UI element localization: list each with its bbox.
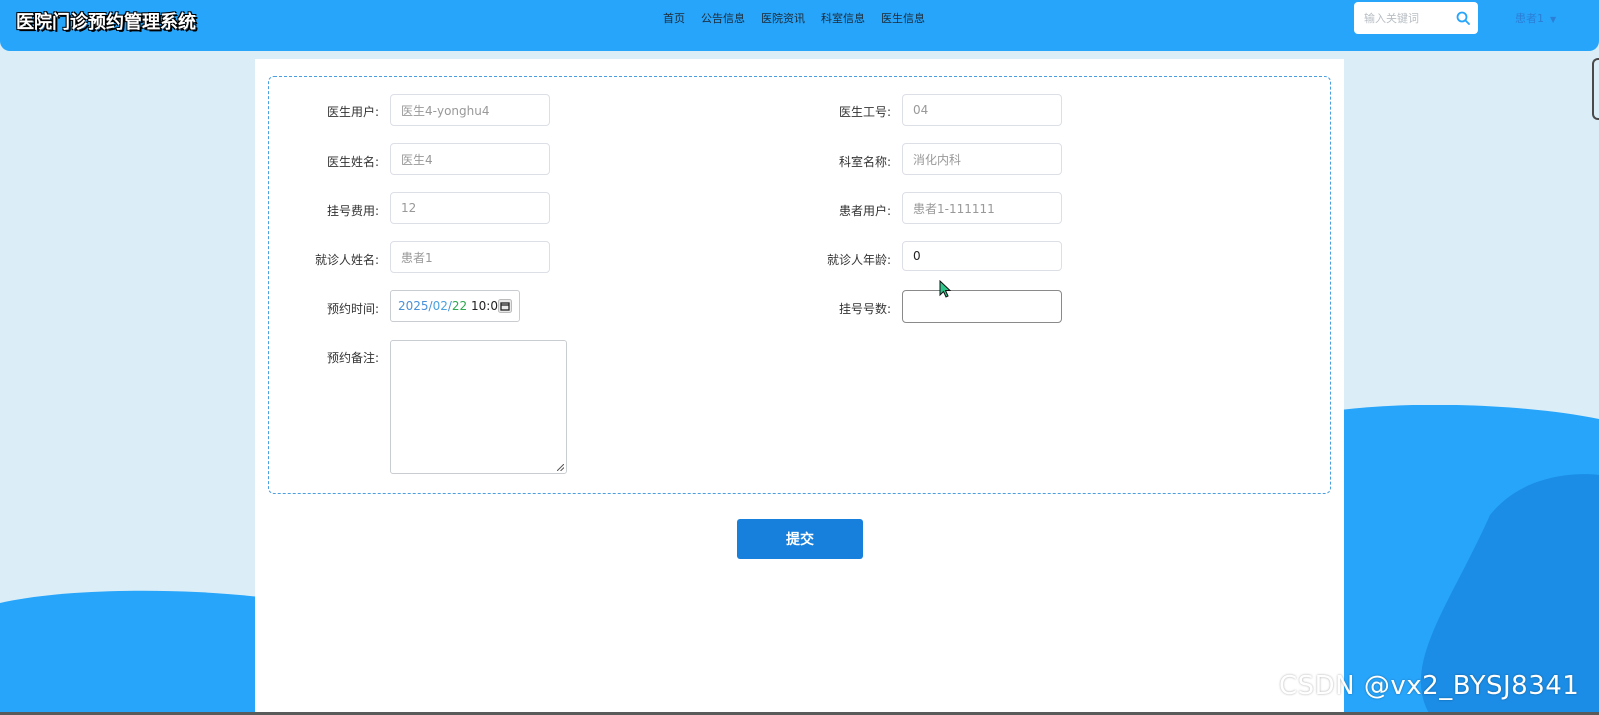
chevron-down-icon: ▼ <box>1550 15 1557 24</box>
doctor-id-label: 医生工号: <box>838 105 891 119</box>
nav-item-doctors[interactable]: 医生信息 <box>881 10 925 26</box>
date-month: 02 <box>432 299 448 313</box>
fee-label: 挂号费用: <box>326 204 379 218</box>
doctor-id-field[interactable] <box>902 94 1062 126</box>
resize-handle-icon[interactable] <box>557 464 564 471</box>
watermark: CSDN @vx2_BYSJ8341 <box>1279 671 1580 701</box>
mouse-cursor-icon <box>939 280 951 298</box>
date-year: 2025 <box>398 299 429 313</box>
app-title: 医院门诊预约管理系统 <box>16 12 196 33</box>
patient-age-field[interactable] <box>902 241 1062 271</box>
background-wave-right <box>1340 405 1599 715</box>
submit-button[interactable]: 提交 <box>737 519 863 559</box>
doctor-name-label: 医生姓名: <box>326 155 379 169</box>
appointment-time-field[interactable]: 2025/02/22 10:08 <box>390 290 520 322</box>
department-label: 科室名称: <box>838 155 891 169</box>
remark-label: 预约备注: <box>326 351 379 365</box>
main-nav: 首页 公告信息 医院资讯 科室信息 医生信息 <box>663 10 925 26</box>
patient-user-field[interactable] <box>902 192 1062 224</box>
patient-age-label: 就诊人年龄: <box>826 253 891 267</box>
search-icon[interactable] <box>1456 11 1470 25</box>
nav-item-news[interactable]: 医院资讯 <box>761 10 805 26</box>
appointment-time-label: 预约时间: <box>326 302 379 316</box>
user-menu[interactable]: 患者1 ▼ <box>1515 10 1556 26</box>
department-field[interactable] <box>902 143 1062 175</box>
patient-user-label: 患者用户: <box>838 204 891 218</box>
date-day: 22 <box>451 299 468 313</box>
scroll-indicator[interactable] <box>1592 58 1599 120</box>
user-name: 患者1 <box>1515 12 1544 25</box>
patient-name-field[interactable] <box>390 241 550 273</box>
nav-item-announcements[interactable]: 公告信息 <box>701 10 745 26</box>
calendar-icon[interactable] <box>498 299 512 313</box>
ticket-number-field[interactable] <box>902 290 1062 323</box>
background-wave-left <box>0 590 260 715</box>
ticket-number-label: 挂号号数: <box>838 302 891 316</box>
fee-field[interactable] <box>390 192 550 224</box>
nav-item-departments[interactable]: 科室信息 <box>821 10 865 26</box>
main-panel: 医生用户: 医生工号: 医生姓名: 科室名称: 挂号费用: 患者用户: 就诊人姓… <box>255 59 1344 715</box>
appointment-form: 医生用户: 医生工号: 医生姓名: 科室名称: 挂号费用: 患者用户: 就诊人姓… <box>268 76 1331 494</box>
header-bar: 医院门诊预约管理系统 首页 公告信息 医院资讯 科室信息 医生信息 患者1 ▼ <box>0 0 1599 51</box>
remark-textarea[interactable] <box>390 340 567 474</box>
doctor-user-field[interactable] <box>390 94 550 126</box>
doctor-name-field[interactable] <box>390 143 550 175</box>
doctor-user-label: 医生用户: <box>326 105 379 119</box>
search-box <box>1354 2 1478 34</box>
patient-name-label: 就诊人姓名: <box>314 253 379 267</box>
nav-item-home[interactable]: 首页 <box>663 10 685 26</box>
search-input[interactable] <box>1362 2 1456 34</box>
